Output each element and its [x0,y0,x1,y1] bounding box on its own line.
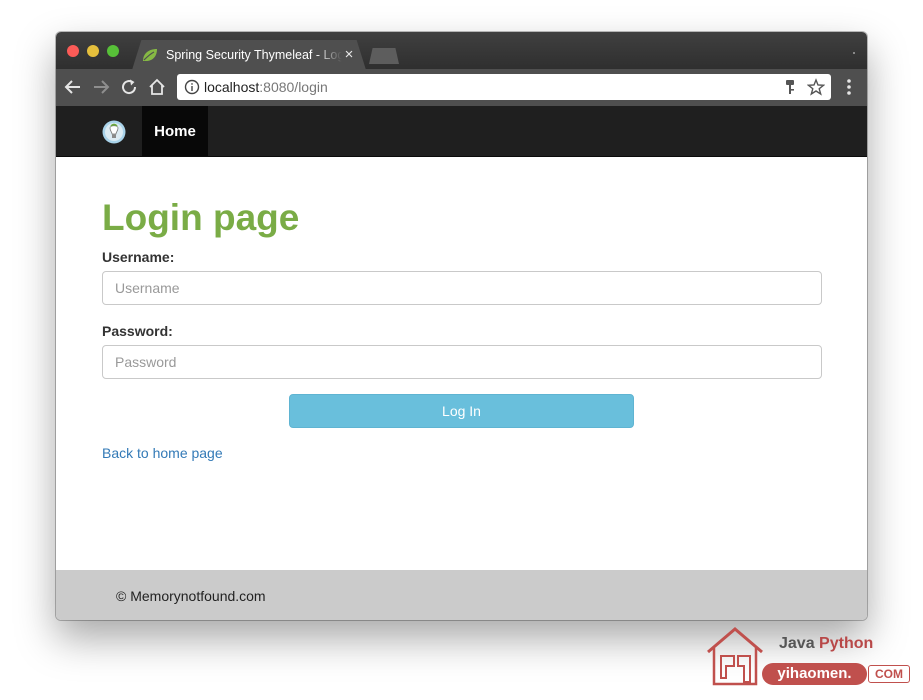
reload-icon[interactable] [117,75,141,99]
footer-copyright: © Memorynotfound.com [116,588,266,604]
new-tab-button[interactable] [369,48,399,64]
spring-leaf-icon [142,48,158,62]
key-icon[interactable] [783,79,797,95]
app-logo-icon[interactable] [102,120,126,144]
url-text[interactable]: localhost:8080/login [204,78,328,96]
titlebar-dot [853,52,855,54]
browser-titlebar: Spring Security Thymeleaf - Login × [56,32,867,70]
browser-toolbar: localhost:8080/login [56,69,867,106]
close-window-button[interactable] [67,45,79,57]
login-button[interactable]: Log In [289,394,634,428]
url-host: localhost [204,79,260,95]
site-navbar: Home [56,106,867,157]
tab-close-icon[interactable]: × [343,46,355,64]
watermark-python: Python [819,635,874,652]
watermark-house-logo [704,626,766,686]
browser-window: Spring Security Thymeleaf - Login × loca… [56,32,867,620]
tab-title: Spring Security Thymeleaf - Login [166,48,342,62]
back-to-home-link[interactable]: Back to home page [102,444,223,462]
address-bar[interactable]: localhost:8080/login [177,74,831,100]
watermark-site: yihaomen. [762,663,867,685]
home-icon[interactable] [145,75,169,99]
watermark-tld: COM [868,665,910,683]
maximize-window-button[interactable] [107,45,119,57]
vertical-dots-icon[interactable] [841,75,857,99]
watermark-languages: Java Python [779,634,873,654]
username-label: Username: [102,249,175,265]
minimize-window-button[interactable] [87,45,99,57]
arrow-right-icon[interactable] [89,75,113,99]
watermark-java: Java [779,635,815,652]
arrow-left-icon[interactable] [61,75,85,99]
url-path: :8080/login [259,79,328,95]
info-icon[interactable] [184,79,200,95]
nav-home-link[interactable]: Home [142,106,208,156]
star-icon[interactable] [806,78,826,96]
username-input[interactable] [102,271,822,305]
password-input[interactable] [102,345,822,379]
page-title: Login page [102,197,300,238]
page-footer: © Memorynotfound.com [56,570,867,620]
password-label: Password: [102,323,173,339]
